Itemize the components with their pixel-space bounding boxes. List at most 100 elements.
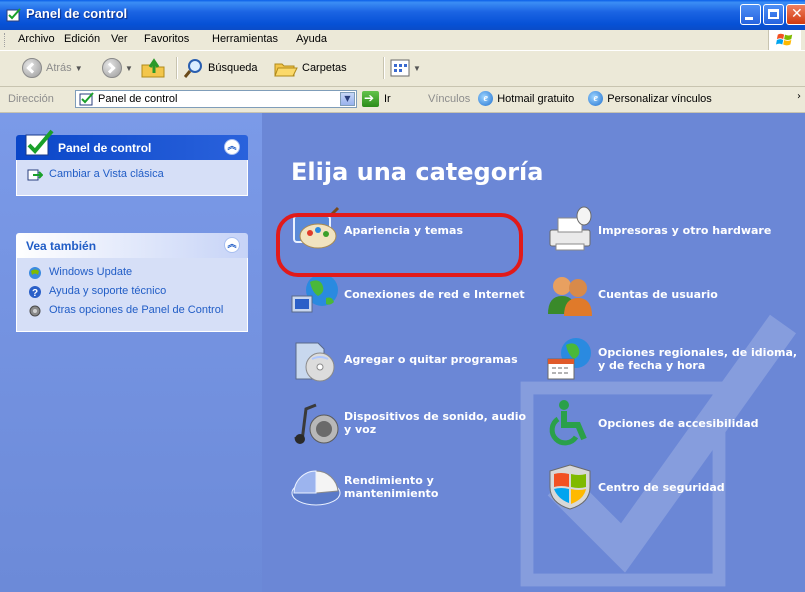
sound-audio-icon xyxy=(294,403,339,444)
address-label: Dirección xyxy=(8,93,54,105)
other-options-label: Otras opciones de Panel de Control xyxy=(49,304,224,316)
control-panel-large-icon xyxy=(25,129,54,156)
other-options-link[interactable]: Otras opciones de Panel de Control xyxy=(27,304,237,318)
security-shield-icon xyxy=(549,464,591,510)
menu-ver[interactable]: Ver xyxy=(111,33,128,45)
collapse-icon[interactable]: ︽ xyxy=(224,237,240,253)
category-sound[interactable]: Dispositivos de sonido, audio y voz xyxy=(290,399,530,447)
user-accounts-icon xyxy=(548,277,592,316)
search-button[interactable]: Búsqueda xyxy=(184,57,258,79)
category-label: Dispositivos de sonido, audio y voz xyxy=(344,410,527,436)
folders-label: Carpetas xyxy=(302,62,347,74)
links-overflow-icon[interactable]: › xyxy=(797,91,801,102)
go-arrow-icon xyxy=(362,91,379,107)
maximize-button[interactable] xyxy=(763,4,784,25)
performance-maintenance-icon xyxy=(291,470,341,506)
windows-update-link[interactable]: Windows Update xyxy=(27,266,237,280)
link-hotmail[interactable]: e Hotmail gratuito xyxy=(478,91,574,106)
network-internet-icon xyxy=(291,274,338,313)
back-dropdown-icon[interactable]: ▼ xyxy=(75,64,83,73)
back-button[interactable]: Atrás ▼ xyxy=(22,57,83,79)
category-label: Agregar o quitar programas xyxy=(344,352,518,366)
control-panel-section-header[interactable]: Panel de control ︽ xyxy=(16,129,248,160)
add-remove-programs-icon xyxy=(295,342,335,382)
forward-arrow-icon xyxy=(102,58,122,78)
minimize-button[interactable] xyxy=(740,4,761,25)
see-also-section-header[interactable]: Vea también ︽ xyxy=(16,233,248,258)
title-bar[interactable]: Panel de control ✕ xyxy=(0,0,805,30)
category-label: Centro de seguridad xyxy=(598,480,725,494)
go-button[interactable]: Ir xyxy=(362,91,391,107)
address-bar: Dirección Panel de control ▼ Ir Vínculos… xyxy=(0,87,805,113)
category-label: Cuentas de usuario xyxy=(598,287,718,301)
collapse-icon[interactable]: ︽ xyxy=(224,139,240,155)
menu-herramientas[interactable]: Herramientas xyxy=(212,33,278,45)
address-input[interactable]: Panel de control ▼ xyxy=(75,90,357,108)
search-label: Búsqueda xyxy=(208,62,258,74)
address-dropdown-icon[interactable]: ▼ xyxy=(340,92,355,106)
folders-button[interactable]: Carpetas xyxy=(274,57,347,79)
category-label: Rendimiento y mantenimiento xyxy=(344,474,439,500)
help-support-label: Ayuda y soporte técnico xyxy=(49,285,167,297)
category-label: Opciones regionales, de idioma, y de fec… xyxy=(598,346,798,372)
links-bar: Vínculos e Hotmail gratuito e Personaliz… xyxy=(428,91,726,106)
control-panel-section-body: Cambiar a Vista clásica xyxy=(16,160,248,196)
back-label: Atrás xyxy=(46,62,72,74)
menu-favoritos[interactable]: Favoritos xyxy=(144,33,189,45)
category-printers[interactable]: Impresoras y otro hardware xyxy=(544,206,794,254)
forward-button[interactable]: ▼ xyxy=(102,57,133,79)
go-label: Ir xyxy=(384,93,391,105)
windows-update-label: Windows Update xyxy=(49,266,133,278)
category-performance[interactable]: Rendimiento y mantenimiento xyxy=(290,463,530,511)
close-button[interactable]: ✕ xyxy=(786,4,805,25)
menu-bar: Archivo Edición Ver Favoritos Herramient… xyxy=(0,30,805,51)
see-also-section: Vea también ︽ Windows Update ? Ayuda y s… xyxy=(16,233,248,332)
page-heading: Elija una categoría xyxy=(291,158,544,186)
category-label: Conexiones de red e Internet xyxy=(344,287,525,301)
category-network[interactable]: Conexiones de red e Internet xyxy=(290,270,530,318)
category-label: Opciones de accesibilidad xyxy=(598,416,759,430)
address-value: Panel de control xyxy=(98,93,178,105)
category-user-accounts[interactable]: Cuentas de usuario xyxy=(544,270,794,318)
classic-view-icon xyxy=(27,169,43,181)
category-accessibility[interactable]: Opciones de accesibilidad xyxy=(544,399,794,447)
help-icon: ? xyxy=(29,286,41,299)
help-support-link[interactable]: ? Ayuda y soporte técnico xyxy=(27,285,237,299)
accessibility-icon xyxy=(549,400,587,446)
switch-classic-view-link[interactable]: Cambiar a Vista clásica xyxy=(27,168,237,182)
views-icon xyxy=(390,59,410,77)
see-also-section-body: Windows Update ? Ayuda y soporte técnico xyxy=(16,258,248,332)
folders-icon xyxy=(274,63,298,77)
search-icon xyxy=(184,59,202,78)
ie-icon: e xyxy=(588,91,604,106)
windows-update-icon xyxy=(29,267,41,279)
see-also-section-title: Vea también xyxy=(26,239,97,253)
task-pane: Panel de control ︽ Cambiar a Vista clási… xyxy=(0,113,262,592)
toolbar: Atrás ▼ ▼ Búsqueda Carpetas ▼ xyxy=(0,51,805,87)
category-add-remove-programs[interactable]: Agregar o quitar programas xyxy=(290,335,520,383)
link-customize-label: Personalizar vínculos xyxy=(607,92,712,105)
link-customize[interactable]: e Personalizar vínculos xyxy=(588,91,712,106)
up-folder-button[interactable] xyxy=(140,57,168,79)
views-button[interactable]: ▼ xyxy=(390,57,421,79)
category-security-center[interactable]: Centro de seguridad xyxy=(544,463,794,511)
windows-logo-icon xyxy=(768,30,801,50)
switch-classic-view-label: Cambiar a Vista clásica xyxy=(49,168,164,180)
category-regional[interactable]: Opciones regionales, de idioma, y de fec… xyxy=(544,335,799,383)
control-panel-window: Panel de control ✕ Archivo Edición Ver F… xyxy=(0,0,805,592)
regional-language-icon xyxy=(547,338,591,380)
link-hotmail-label: Hotmail gratuito xyxy=(497,92,575,105)
views-dropdown-icon[interactable]: ▼ xyxy=(413,64,421,73)
gear-icon xyxy=(29,305,41,317)
menu-edicion[interactable]: Edición xyxy=(64,33,100,45)
links-label: Vínculos xyxy=(428,92,471,105)
menu-ayuda[interactable]: Ayuda xyxy=(296,33,327,45)
control-panel-small-icon xyxy=(79,92,94,106)
control-panel-section: Panel de control ︽ Cambiar a Vista clási… xyxy=(16,129,248,196)
printers-hardware-icon xyxy=(549,206,592,251)
highlight-circle xyxy=(276,213,523,277)
menu-grip[interactable] xyxy=(4,33,8,47)
category-label: Impresoras y otro hardware xyxy=(598,223,772,237)
menu-archivo[interactable]: Archivo xyxy=(18,33,55,45)
forward-dropdown-icon[interactable]: ▼ xyxy=(125,64,133,73)
